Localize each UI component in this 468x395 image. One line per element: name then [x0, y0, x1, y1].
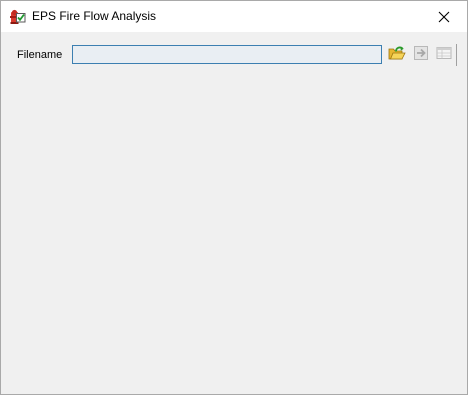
view-results-button[interactable] — [434, 45, 454, 65]
title-bar: EPS Fire Flow Analysis — [1, 1, 467, 32]
table-view-icon — [436, 46, 452, 65]
open-folder-icon — [388, 45, 406, 66]
fire-hydrant-check-icon — [10, 9, 26, 25]
close-icon — [438, 11, 450, 23]
window-title: EPS Fire Flow Analysis — [32, 9, 157, 23]
close-button[interactable] — [421, 1, 467, 32]
dialog-content: Filename — [1, 32, 467, 394]
arrow-right-icon — [413, 45, 429, 66]
filename-input[interactable] — [72, 45, 382, 64]
open-file-button[interactable] — [387, 45, 407, 65]
run-analysis-button[interactable] — [411, 45, 431, 65]
toolbar-separator — [456, 44, 457, 66]
filename-label: Filename — [17, 49, 63, 61]
dialog-window: EPS Fire Flow Analysis Filename — [0, 0, 468, 395]
